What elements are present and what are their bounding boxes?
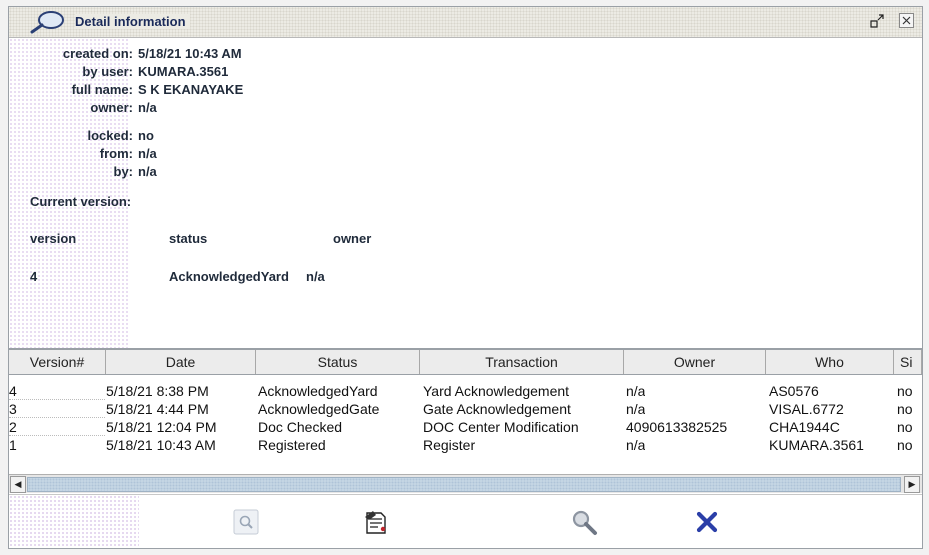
cell-date: 5/18/21 8:38 PM [106,383,209,399]
close-icon[interactable] [899,13,914,28]
cell-owner: n/a [626,383,646,399]
cell-date: 5/18/21 12:04 PM [106,419,217,435]
bottom-toolbar [9,494,922,548]
cv-value-owner: n/a [306,269,325,284]
locked-by-row: by: n/a [21,164,421,180]
column-header-date[interactable]: Date [106,350,256,374]
column-header-signed[interactable]: Si [894,350,922,374]
search-button[interactable] [569,507,599,537]
restore-icon[interactable] [869,13,885,29]
title-bar: Detail information [9,7,922,38]
locked-row: locked: no [21,128,421,144]
search-icon [569,510,599,540]
cell-status: AcknowledgedGate [258,401,380,417]
cell-version: 4 [9,383,17,399]
decorative-pattern [9,495,139,548]
cell-version: 1 [9,437,17,453]
scroll-right-icon[interactable]: ▶ [904,476,920,493]
horizontal-scrollbar[interactable]: ◀ ▶ [9,474,922,493]
from-row: from: n/a [21,146,421,162]
print-document-button[interactable] [361,507,391,537]
cell-version: 2 [9,419,17,435]
from-value: n/a [138,146,157,161]
view-details-icon [231,509,261,540]
cell-who: VISAL.6772 [769,401,844,417]
cell-transaction: DOC Center Modification [423,419,579,435]
cv-header-version: version [30,231,77,246]
cv-header-status: status [169,231,208,246]
cell-signed: no [897,437,913,453]
version-history-table: Version# Date Status Transaction Owner W… [9,348,922,494]
current-version-heading: Current version: [30,194,132,209]
from-label: from: [99,146,133,161]
column-header-status[interactable]: Status [256,350,420,374]
table-row[interactable]: 1 5/18/21 10:43 AM Registered Register n… [9,436,922,454]
full-name-row: full name: S K EKANAYAKE [21,82,421,98]
column-header-transaction[interactable]: Transaction [420,350,624,374]
locked-value: no [138,128,154,143]
owner-row: owner: n/a [21,100,421,116]
locked-by-label: by: [113,164,134,179]
print-document-icon [361,511,391,540]
by-user-row: by user: KUMARA.3561 [21,64,421,80]
created-on-row: created on: 5/18/21 10:43 AM [21,46,421,62]
locked-by-value: n/a [138,164,157,179]
cancel-button[interactable] [692,507,722,537]
cancel-icon [692,511,722,540]
cell-date: 5/18/21 10:43 AM [106,437,216,453]
cell-version: 3 [9,401,17,417]
cell-status: AcknowledgedYard [258,383,378,399]
view-details-button[interactable] [231,507,261,537]
cell-transaction: Gate Acknowledgement [423,401,571,417]
cell-date: 5/18/21 4:44 PM [106,401,209,417]
cell-signed: no [897,383,913,399]
cell-who: CHA1944C [769,419,840,435]
table-header: Version# Date Status Transaction Owner W… [9,350,922,375]
table-row[interactable]: 3 5/18/21 4:44 PM AcknowledgedGate Gate … [9,400,922,418]
cv-header-owner: owner [333,231,372,246]
detail-window: Detail information created on: 5/18/21 1… [8,6,923,549]
cell-signed: no [897,419,913,435]
created-on-label: created on: [62,46,133,61]
cell-who: AS0576 [769,383,819,399]
cell-status: Registered [258,437,326,453]
full-name-label: full name: [71,82,133,97]
cell-who: KUMARA.3561 [769,437,864,453]
cell-owner: n/a [626,437,646,453]
scroll-left-icon[interactable]: ◀ [10,476,26,493]
owner-value: n/a [138,100,157,115]
cell-transaction: Yard Acknowledgement [423,383,570,399]
cell-owner: 4090613382525 [626,419,728,435]
window-title: Detail information [75,14,190,29]
column-header-version[interactable]: Version# [9,350,106,374]
cell-owner: n/a [626,401,646,417]
table-row[interactable]: 4 5/18/21 8:38 PM AcknowledgedYard Yard … [9,382,922,400]
scrollbar-thumb[interactable] [27,477,901,492]
cv-value-status: AcknowledgedYard [169,269,289,284]
column-header-owner[interactable]: Owner [624,350,766,374]
cv-value-version: 4 [30,269,38,284]
table-row[interactable]: 2 5/18/21 12:04 PM Doc Checked DOC Cente… [9,418,922,436]
details-panel: created on: 5/18/21 10:43 AM by user: KU… [9,38,922,352]
by-user-label: by user: [82,64,133,79]
column-header-who[interactable]: Who [766,350,894,374]
magnifier-icon [27,10,67,34]
full-name-value: S K EKANAYAKE [138,82,244,97]
cell-signed: no [897,401,913,417]
cell-transaction: Register [423,437,476,453]
by-user-value: KUMARA.3561 [138,64,229,79]
created-on-value: 5/18/21 10:43 AM [138,46,242,61]
locked-label: locked: [87,128,133,143]
owner-label: owner: [90,100,133,115]
cell-status: Doc Checked [258,419,343,435]
